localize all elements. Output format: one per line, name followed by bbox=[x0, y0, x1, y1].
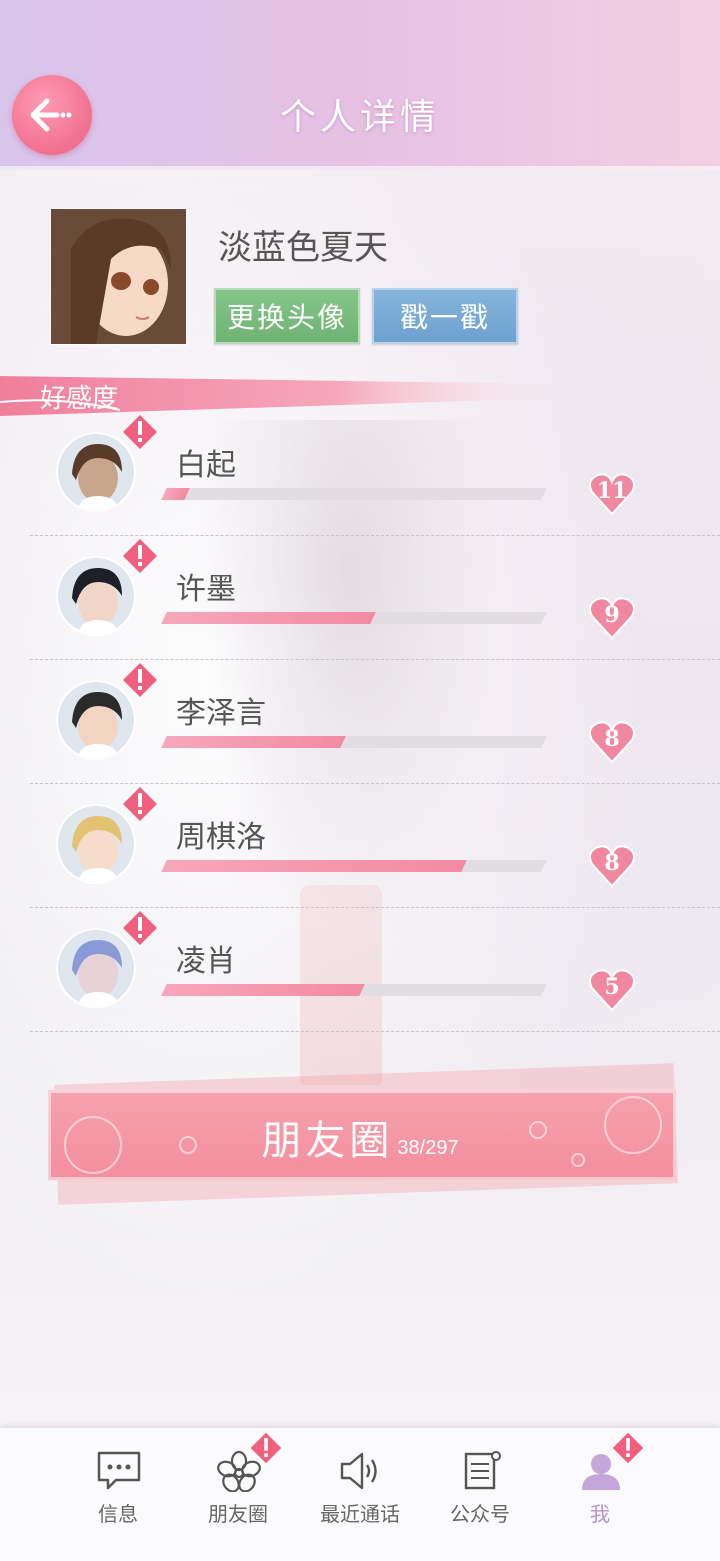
tab-me[interactable]: 我 bbox=[540, 1428, 660, 1561]
character-name: 周棋洛 bbox=[176, 820, 266, 855]
character-name: 李泽言 bbox=[176, 696, 266, 731]
affection-level: 5 bbox=[604, 974, 620, 1000]
moments-label-wrap: 朋友圈 38/297 bbox=[0, 1108, 720, 1166]
affection-progress-fill bbox=[161, 736, 346, 748]
tab-messages[interactable]: 信息 bbox=[58, 1428, 178, 1561]
tab-label: 朋友圈 bbox=[208, 1502, 268, 1526]
speaker-icon bbox=[340, 1452, 377, 1490]
alert-badge-icon bbox=[123, 415, 157, 449]
tab-recent-calls[interactable]: 最近通话 bbox=[300, 1428, 420, 1561]
affection-progress-fill bbox=[161, 860, 467, 872]
character-name: 白起 bbox=[176, 448, 236, 483]
tab-label: 信息 bbox=[98, 1502, 138, 1526]
tab-label: 公众号 bbox=[450, 1502, 510, 1526]
affection-progress-fill bbox=[161, 488, 190, 500]
affection-progress-fill bbox=[161, 612, 376, 624]
affection-level: 8 bbox=[604, 726, 620, 752]
affection-level: 9 bbox=[604, 602, 620, 628]
affection-progress-bar bbox=[161, 612, 547, 624]
user-avatar-image bbox=[51, 209, 186, 344]
character-name: 凌肖 bbox=[176, 944, 236, 979]
affection-row[interactable]: 周棋洛 8 bbox=[0, 784, 720, 908]
user-avatar bbox=[50, 208, 187, 345]
character-name: 许墨 bbox=[176, 572, 236, 607]
document-icon bbox=[464, 1451, 501, 1490]
affection-progress-bar bbox=[161, 984, 547, 996]
alert-badge-icon bbox=[123, 539, 157, 573]
alert-badge-icon bbox=[123, 787, 157, 821]
page-title: 个人详情 bbox=[279, 97, 440, 138]
message-icon bbox=[97, 1451, 141, 1490]
poke-button[interactable]: 戳一戳 bbox=[372, 288, 518, 344]
moments-count: 38/297 bbox=[397, 1137, 459, 1159]
affection-progress-bar bbox=[161, 860, 547, 872]
affection-level: 11 bbox=[596, 478, 628, 504]
alert-badge-icon bbox=[612, 1432, 644, 1464]
tab-official-accounts[interactable]: 公众号 bbox=[420, 1428, 540, 1561]
affection-progress-fill bbox=[161, 984, 365, 996]
affection-row[interactable]: 凌肖 5 bbox=[0, 908, 720, 1032]
username: 淡蓝色夏天 bbox=[218, 228, 388, 268]
tab-label: 最近通话 bbox=[320, 1502, 400, 1526]
affection-progress-bar bbox=[161, 488, 547, 500]
header-bar: 个人详情 bbox=[0, 0, 720, 170]
affection-level: 8 bbox=[604, 850, 620, 876]
alert-badge-icon bbox=[123, 911, 157, 945]
bottom-tabbar: 信息 朋友圈 最近通话 公众号 我 bbox=[0, 1428, 720, 1561]
affection-section-label: 好感度 bbox=[40, 384, 119, 414]
affection-row[interactable]: 许墨 9 bbox=[0, 536, 720, 660]
row-divider bbox=[30, 1031, 720, 1032]
moments-label: 朋友圈 bbox=[261, 1118, 394, 1164]
alert-badge-icon bbox=[123, 663, 157, 697]
alert-badge-icon bbox=[250, 1432, 282, 1464]
affection-row[interactable]: 李泽言 8 bbox=[0, 660, 720, 784]
tab-moments[interactable]: 朋友圈 bbox=[178, 1428, 298, 1561]
affection-row[interactable]: 白起 11 bbox=[0, 412, 720, 536]
affection-progress-bar bbox=[161, 736, 547, 748]
tab-label: 我 bbox=[590, 1502, 610, 1526]
change-avatar-button[interactable]: 更换头像 bbox=[214, 288, 360, 344]
